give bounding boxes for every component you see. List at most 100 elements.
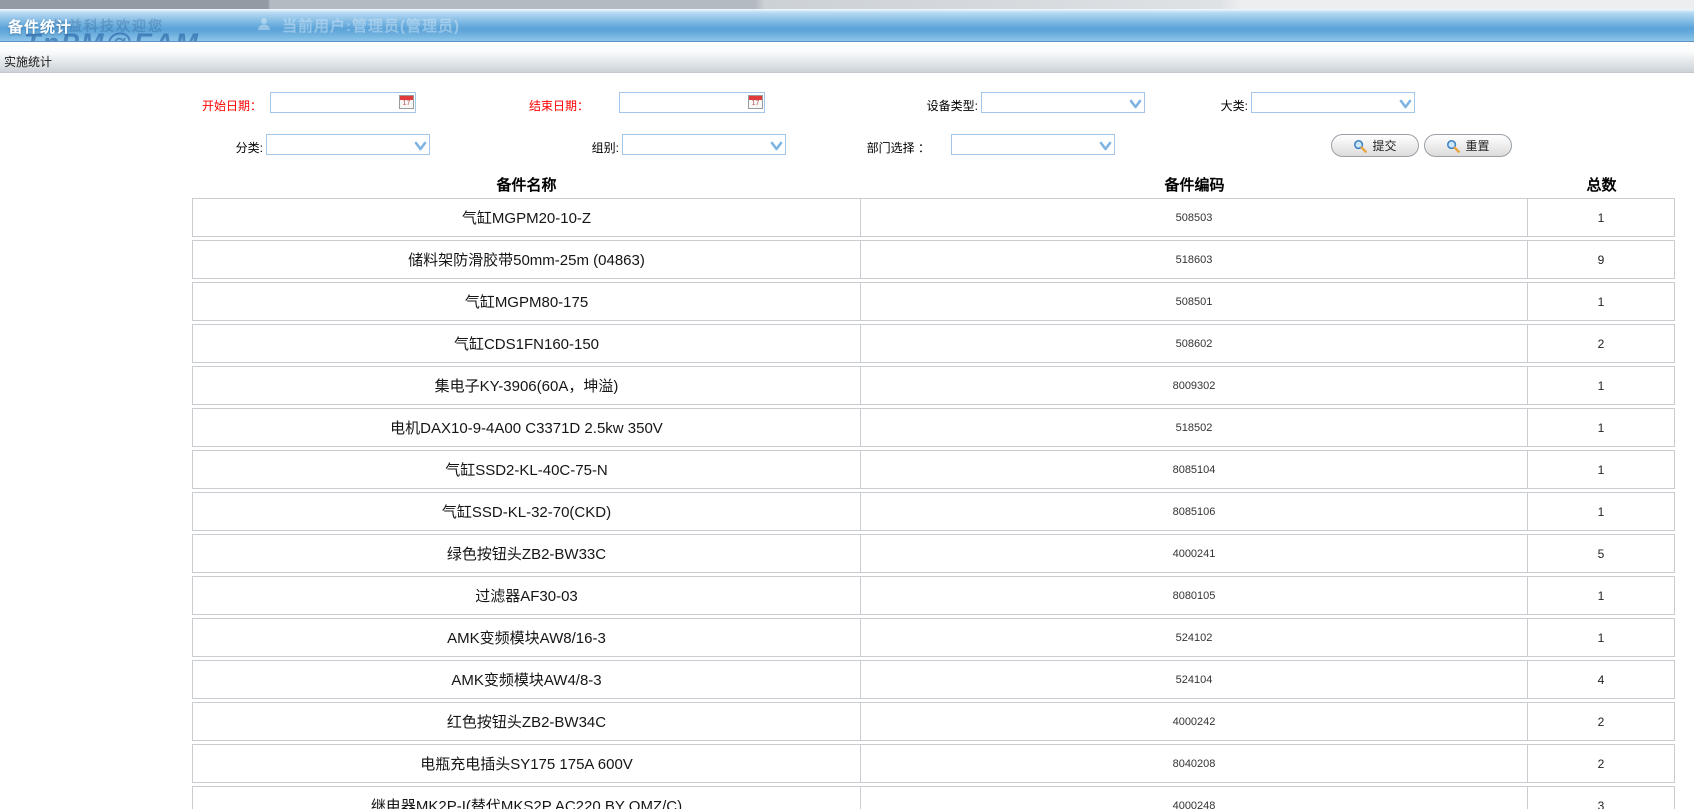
group-label: 组别: <box>549 139 619 156</box>
total-cell: 2 <box>1528 324 1675 363</box>
start-date-input[interactable] <box>270 92 416 113</box>
part-code-cell: 518502 <box>861 408 1528 447</box>
part-name-cell: AMK变频模块AW4/8-3 <box>192 660 861 699</box>
table-row: 红色按钮头ZB2-BW34C 4000242 2 <box>192 702 1675 741</box>
table-row: 集电子KY-3906(60A，坤溢) 8009302 1 <box>192 366 1675 405</box>
table-row: 气缸MGPM20-10-Z 508503 1 <box>192 198 1675 237</box>
column-header-part-name: 备件名称 <box>192 173 861 195</box>
part-name-cell: 气缸CDS1FN160-150 <box>192 324 861 363</box>
part-name-cell: 气缸SSD-KL-32-70(CKD) <box>192 492 861 531</box>
total-cell: 1 <box>1528 366 1675 405</box>
table-header-row: 备件名称 备件编码 总数 <box>192 173 1675 195</box>
end-date-field <box>619 92 765 113</box>
column-header-total: 总数 <box>1528 173 1675 195</box>
part-code-cell: 508602 <box>861 324 1528 363</box>
submit-button[interactable]: 提交 <box>1331 134 1419 157</box>
total-cell: 9 <box>1528 240 1675 279</box>
page-title: 备件统计 <box>8 16 72 37</box>
part-name-cell: 气缸MGPM80-175 <box>192 282 861 321</box>
table-row: AMK变频模块AW8/16-3 524102 1 <box>192 618 1675 657</box>
part-code-cell: 4000242 <box>861 702 1528 741</box>
total-cell: 1 <box>1528 408 1675 447</box>
chevron-down-icon[interactable] <box>414 139 427 157</box>
top-frame-strip <box>0 0 1694 9</box>
chevron-down-icon[interactable] <box>1399 97 1412 115</box>
table-row: 气缸SSD2-KL-40C-75-N 8085104 1 <box>192 450 1675 489</box>
total-cell: 4 <box>1528 660 1675 699</box>
tab-bar: 实施统计 <box>0 48 1694 73</box>
part-name-cell: 气缸MGPM20-10-Z <box>192 198 861 237</box>
part-code-cell: 4000241 <box>861 534 1528 573</box>
group-dropdown[interactable] <box>622 134 786 155</box>
total-cell: 2 <box>1528 744 1675 783</box>
total-cell: 1 <box>1528 576 1675 615</box>
category-dropdown[interactable] <box>266 134 430 155</box>
page: TnPM@EAM 生益科技欢迎您 当前用户:管理员(管理员) 备件统计 实施统计… <box>0 0 1694 809</box>
major-category-dropdown[interactable] <box>1251 92 1415 113</box>
table-row: 绿色按钮头ZB2-BW33C 4000241 5 <box>192 534 1675 573</box>
device-type-label: 设备类型: <box>878 97 978 114</box>
total-cell: 1 <box>1528 198 1675 237</box>
part-name-cell: 过滤器AF30-03 <box>192 576 861 615</box>
column-header-part-code: 备件编码 <box>861 173 1528 195</box>
title-bar: TnPM@EAM 生益科技欢迎您 当前用户:管理员(管理员) 备件统计 <box>0 9 1694 42</box>
part-name-cell: 绿色按钮头ZB2-BW33C <box>192 534 861 573</box>
part-code-cell: 508503 <box>861 198 1528 237</box>
part-code-cell: 508501 <box>861 282 1528 321</box>
table-row: 过滤器AF30-03 8080105 1 <box>192 576 1675 615</box>
end-date-label: 结束日期： <box>477 97 589 114</box>
total-cell: 5 <box>1528 534 1675 573</box>
total-cell: 1 <box>1528 450 1675 489</box>
department-label: 部门选择 ： <box>838 139 930 156</box>
table-row: AMK变频模块AW4/8-3 524104 4 <box>192 660 1675 699</box>
start-date-label: 开始日期： <box>150 97 262 114</box>
part-name-cell: AMK变频模块AW8/16-3 <box>192 618 861 657</box>
part-code-cell: 8009302 <box>861 366 1528 405</box>
part-name-cell: 电瓶充电插头SY175 175A 600V <box>192 744 861 783</box>
total-cell: 2 <box>1528 702 1675 741</box>
table-row: 气缸CDS1FN160-150 508602 2 <box>192 324 1675 363</box>
total-cell: 3 <box>1528 786 1675 809</box>
table-row: 储料架防滑胶带50mm-25m (04863) 518603 9 <box>192 240 1675 279</box>
chevron-down-icon[interactable] <box>1099 139 1112 157</box>
part-name-cell: 集电子KY-3906(60A，坤溢) <box>192 366 861 405</box>
tab-implementation-stats[interactable]: 实施统计 <box>4 53 52 70</box>
part-code-cell: 4000248 <box>861 786 1528 809</box>
device-type-dropdown[interactable] <box>981 92 1145 113</box>
part-code-cell: 524104 <box>861 660 1528 699</box>
part-code-cell: 8085106 <box>861 492 1528 531</box>
department-dropdown[interactable] <box>951 134 1115 155</box>
part-code-cell: 8080105 <box>861 576 1528 615</box>
submit-button-label: 提交 <box>1372 137 1396 154</box>
chevron-down-icon[interactable] <box>1129 97 1142 115</box>
current-user-text: 当前用户:管理员(管理员) <box>282 15 460 36</box>
reset-button[interactable]: 重置 <box>1424 134 1512 157</box>
total-cell: 1 <box>1528 282 1675 321</box>
parts-table-container: 备件名称 备件编码 总数 气缸MGPM20-10-Z 508503 1 储料架防… <box>192 170 1675 809</box>
magnifier-icon <box>1446 139 1460 153</box>
parts-table: 备件名称 备件编码 总数 气缸MGPM20-10-Z 508503 1 储料架防… <box>192 170 1675 809</box>
table-row: 气缸SSD-KL-32-70(CKD) 8085106 1 <box>192 492 1675 531</box>
chevron-down-icon[interactable] <box>770 139 783 157</box>
total-cell: 1 <box>1528 618 1675 657</box>
table-row: 气缸MGPM80-175 508501 1 <box>192 282 1675 321</box>
start-date-field <box>270 92 416 113</box>
reset-button-label: 重置 <box>1465 137 1489 154</box>
total-cell: 1 <box>1528 492 1675 531</box>
part-name-cell: 继电器MK2P-I(替代MKS2P AC220 BY OMZ/C) <box>192 786 861 809</box>
user-icon <box>256 16 272 37</box>
table-row: 继电器MK2P-I(替代MKS2P AC220 BY OMZ/C) 400024… <box>192 786 1675 809</box>
calendar-icon[interactable] <box>748 95 763 109</box>
part-code-cell: 8085104 <box>861 450 1528 489</box>
table-row: 电机DAX10-9-4A00 C3371D 2.5kw 350V 518502 … <box>192 408 1675 447</box>
major-category-label: 大类: <box>1178 97 1248 114</box>
calendar-icon[interactable] <box>399 95 414 109</box>
part-name-cell: 电机DAX10-9-4A00 C3371D 2.5kw 350V <box>192 408 861 447</box>
part-name-cell: 气缸SSD2-KL-40C-75-N <box>192 450 861 489</box>
part-name-cell: 储料架防滑胶带50mm-25m (04863) <box>192 240 861 279</box>
part-name-cell: 红色按钮头ZB2-BW34C <box>192 702 861 741</box>
table-row: 电瓶充电插头SY175 175A 600V 8040208 2 <box>192 744 1675 783</box>
part-code-cell: 8040208 <box>861 744 1528 783</box>
magnifier-icon <box>1353 139 1367 153</box>
end-date-input[interactable] <box>619 92 765 113</box>
